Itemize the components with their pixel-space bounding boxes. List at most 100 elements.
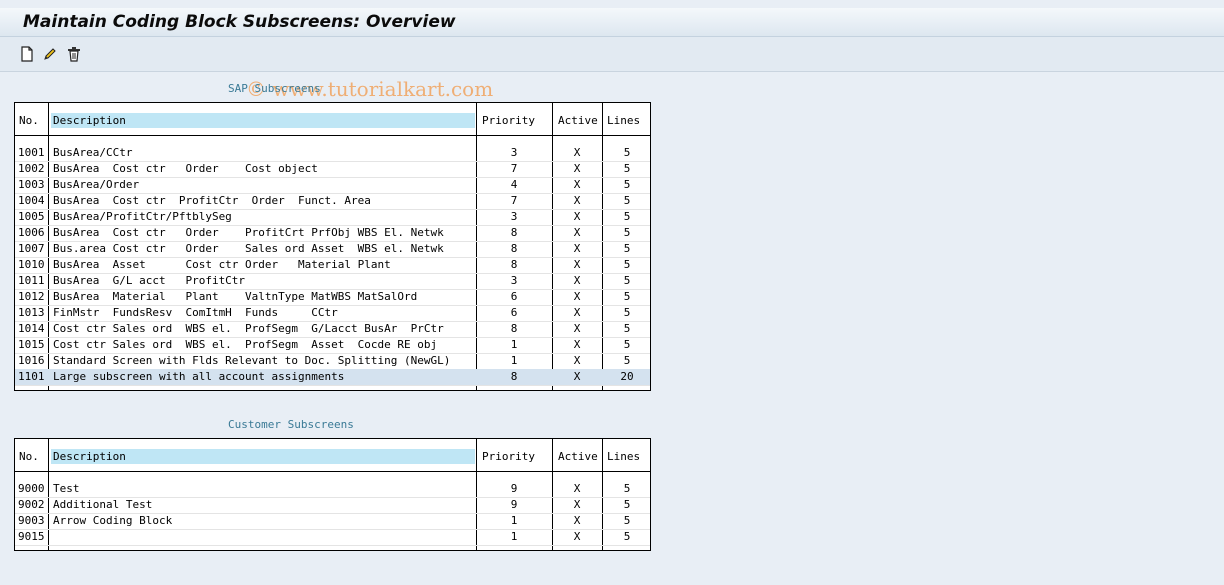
cell-no: 9015 [18,530,45,543]
cell-description: BusArea Material Plant ValtnType MatWBS … [53,290,418,303]
cell-priority: 8 [510,242,518,255]
cell-priority: 3 [510,274,518,287]
new-entries-button[interactable] [18,45,36,63]
table-row[interactable]: 1016 Standard Screen with Flds Relevant t… [15,353,650,370]
cell-lines: 5 [623,178,631,191]
cell-description: Test [53,482,80,495]
cell-description: BusArea/CCtr [53,146,133,159]
cell-description: BusArea G/L acct ProfitCtr [53,274,246,287]
cell-lines: 5 [623,354,631,367]
column-header-priority[interactable]: Priority [480,113,552,128]
table-row[interactable]: 1015 Cost ctr Sales ord WBS el. ProfSegm … [15,337,650,354]
column-header-active[interactable]: Active [556,449,604,464]
cell-no: 1011 [18,274,45,287]
cell-priority: 4 [510,178,518,191]
cell-lines: 5 [623,210,631,223]
cell-no: 1014 [18,322,45,335]
cell-active: X [573,290,581,303]
cell-no: 1003 [18,178,45,191]
cell-description: Bus.area Cost ctr Order Sales ord Asset … [53,242,444,255]
sap-subscreens-title: SAP Subscreens [228,82,321,95]
cell-no: 1012 [18,290,45,303]
cell-description: BusArea Asset Cost ctr Order Material Pl… [53,258,391,271]
cell-active: X [573,514,581,527]
table-row[interactable]: 9015 1 X 5 [15,529,650,546]
cell-no: 1016 [18,354,45,367]
column-header-no[interactable]: No. [17,113,49,128]
customer-subscreens-title: Customer Subscreens [228,418,354,431]
cell-active: X [573,306,581,319]
cell-description: Additional Test [53,498,153,511]
column-header-description[interactable]: Description [51,113,475,128]
cell-lines: 5 [623,274,631,287]
column-header-lines[interactable]: Lines [605,113,653,128]
cell-lines: 5 [623,162,631,175]
cell-lines: 5 [623,258,631,271]
cell-no: 1015 [18,338,45,351]
column-header-description[interactable]: Description [51,449,475,464]
cell-description: Large subscreen with all account assignm… [53,370,345,383]
cell-active: X [573,530,581,543]
cell-priority: 1 [510,514,518,527]
cell-lines: 5 [623,498,631,511]
column-header-active[interactable]: Active [556,113,604,128]
cell-lines: 5 [623,482,631,495]
cell-active: X [573,242,581,255]
cell-no: 1002 [18,162,45,175]
column-header-no[interactable]: No. [17,449,49,464]
table-row[interactable]: 1012 BusArea Material Plant ValtnType Mat… [15,289,650,306]
cell-lines: 5 [623,194,631,207]
table-row[interactable]: 9002 Additional Test 9 X 5 [15,497,650,514]
cell-priority: 7 [510,162,518,175]
cell-lines: 5 [623,146,631,159]
table-row[interactable]: 1014 Cost ctr Sales ord WBS el. ProfSegm … [15,321,650,338]
cell-lines: 5 [623,290,631,303]
column-header-priority[interactable]: Priority [480,449,552,464]
cell-active: X [573,210,581,223]
cell-description: Standard Screen with Flds Relevant to Do… [53,354,451,367]
table-row[interactable]: 1010 BusArea Asset Cost ctr Order Materia… [15,257,650,274]
cell-lines: 5 [623,530,631,543]
cell-no: 1004 [18,194,45,207]
table-row[interactable]: 1101 Large subscreen with all account ass… [15,369,650,386]
cell-priority: 6 [510,290,518,303]
table-row[interactable]: 1002 BusArea Cost ctr Order Cost object 7 X… [15,161,650,178]
table-header-row: No. Description Priority Active Lines [15,103,650,136]
cell-priority: 8 [510,258,518,271]
cell-no: 1010 [18,258,45,271]
cell-priority: 3 [510,146,518,159]
table-row[interactable]: 1001 BusArea/CCtr 3 X 5 [15,145,650,162]
table-row[interactable]: 9003 Arrow Coding Block 1 X 5 [15,513,650,530]
cell-active: X [573,354,581,367]
table-row[interactable]: 1007 Bus.area Cost ctr Order Sales ord As… [15,241,650,258]
cell-no: 9000 [18,482,45,495]
cell-priority: 9 [510,482,518,495]
cell-priority: 3 [510,210,518,223]
table-row[interactable]: 1011 BusArea G/L acct ProfitCtr 3 X 5 [15,273,650,290]
change-button[interactable] [41,45,59,63]
cell-no: 9003 [18,514,45,527]
title-bar: Maintain Coding Block Subscreens: Overvi… [0,8,1224,37]
table-row[interactable]: 1005 BusArea/ProfitCtr/PftblySeg 3 X 5 [15,209,650,226]
table-row[interactable]: 1006 BusArea Cost ctr Order ProfitCrt Prf… [15,225,650,242]
cell-lines: 5 [623,338,631,351]
cell-priority: 7 [510,194,518,207]
cell-lines: 20 [620,370,634,383]
cell-no: 1007 [18,242,45,255]
cell-lines: 5 [623,242,631,255]
table-row[interactable]: 1003 BusArea/Order 4 X 5 [15,177,650,194]
table-row[interactable]: 1013 FinMstr FundsResv ComItmH Funds CCtr… [15,305,650,322]
cell-no: 1005 [18,210,45,223]
cell-priority: 1 [510,338,518,351]
cell-no: 1013 [18,306,45,319]
column-header-lines[interactable]: Lines [605,449,653,464]
delete-button[interactable] [65,45,83,63]
table-row[interactable]: 9000 Test 9 X 5 [15,481,650,498]
cell-active: X [573,146,581,159]
cell-lines: 5 [623,226,631,239]
cell-active: X [573,482,581,495]
cell-no: 1006 [18,226,45,239]
table-row[interactable]: 1004 BusArea Cost ctr ProfitCtr Order Fun… [15,193,650,210]
trash-icon [68,47,80,62]
cell-active: X [573,338,581,351]
